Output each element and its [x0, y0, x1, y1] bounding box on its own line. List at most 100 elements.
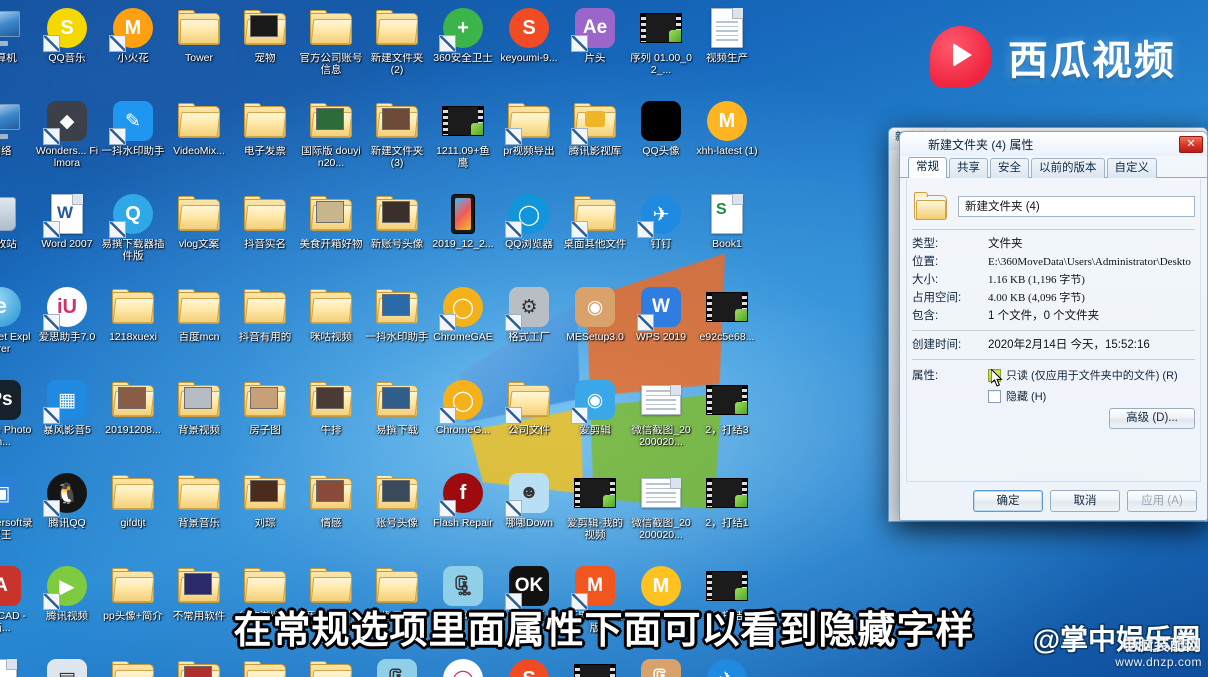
- desktop-icon[interactable]: QQ头像: [628, 95, 694, 188]
- desktop-icon[interactable]: W Word 2007: [34, 188, 100, 281]
- desktop-icon[interactable]: 官方公司账号信息: [298, 2, 364, 95]
- desktop-icon[interactable]: ✈: [694, 653, 760, 677]
- desktop-icon[interactable]: 微信截图_20200020...: [628, 374, 694, 467]
- desktop-icon[interactable]: [562, 653, 628, 677]
- desktop-icon[interactable]: ✎ 一抖水印助手: [100, 95, 166, 188]
- desktop-icon[interactable]: 新建文件夹 (2): [364, 2, 430, 95]
- close-icon[interactable]: ✕: [1179, 135, 1203, 153]
- desktop-icon[interactable]: 2019_12_2...: [430, 188, 496, 281]
- desktop-icon[interactable]: 电子发票: [232, 95, 298, 188]
- desktop-icon[interactable]: 房子图: [232, 374, 298, 467]
- desktop-icon[interactable]: iU 爱思助手7.0: [34, 281, 100, 374]
- desktop-icon[interactable]: gifdtjt: [100, 467, 166, 560]
- desktop-icon[interactable]: VideoMix...: [166, 95, 232, 188]
- desktop-icon[interactable]: 腾讯影视库: [562, 95, 628, 188]
- tab-security[interactable]: 安全: [990, 158, 1029, 178]
- desktop-icon[interactable]: 1218xuexi: [100, 281, 166, 374]
- desktop-icon[interactable]: ⚙ 格式工厂: [496, 281, 562, 374]
- desktop-icon[interactable]: 公司文件: [496, 374, 562, 467]
- desktop-icon[interactable]: Skeyoumi-9...: [496, 2, 562, 95]
- desktop-icon[interactable]: 刘琮: [232, 467, 298, 560]
- desktop-icon[interactable]: S: [496, 653, 562, 677]
- desktop-icon[interactable]: 视频生产: [694, 2, 760, 95]
- advanced-button[interactable]: 高级 (D)...: [1109, 408, 1195, 429]
- desktop-icon[interactable]: ☻ 哪哪Down: [496, 467, 562, 560]
- desktop-icon[interactable]: 背景视频: [166, 374, 232, 467]
- tab-sharing[interactable]: 共享: [949, 158, 988, 178]
- desktop-icon[interactable]: 账号头像: [364, 467, 430, 560]
- desktop-icon[interactable]: 咪咕视频: [298, 281, 364, 374]
- desktop-icon[interactable]: 🗜: [628, 653, 694, 677]
- desktop-icon[interactable]: 序列 01.00_02_...: [628, 2, 694, 95]
- desktop-icon[interactable]: 新建文件夹 (3): [364, 95, 430, 188]
- tab-general[interactable]: 常规: [908, 157, 947, 178]
- desktop-icon[interactable]: 牛排: [298, 374, 364, 467]
- ok-button[interactable]: 确定: [973, 490, 1043, 512]
- desktop-icon[interactable]: 网络: [0, 95, 34, 188]
- desktop-icon[interactable]: ▤: [34, 653, 100, 677]
- desktop-icon[interactable]: 易撰下载: [364, 374, 430, 467]
- desktop[interactable]: 计算机SQQ音乐M小火花Tower宠物官方公司账号信息新建文件夹 (2)+360…: [0, 0, 1208, 677]
- readonly-checkbox-row[interactable]: 只读 (仅应用于文件夹中的文件) (R): [988, 367, 1195, 387]
- desktop-icon[interactable]: 1211.09+鱼鹰: [430, 95, 496, 188]
- folder-properties-dialog[interactable]: 新建文件夹 (4) 属性 ✕ 常规 共享 安全 以前的版本 自定义 新建文件夹 …: [899, 131, 1208, 521]
- desktop-icon[interactable]: 背景音乐: [166, 467, 232, 560]
- desktop-icon[interactable]: ◉ 爱剪辑: [562, 374, 628, 467]
- dialog-titlebar[interactable]: 新建文件夹 (4) 属性 ✕: [900, 132, 1207, 156]
- hidden-checkbox-row[interactable]: 隐藏 (H) 高级 (D)...: [988, 388, 1195, 429]
- desktop-icon[interactable]: 计算机: [0, 2, 34, 95]
- desktop-icon[interactable]: [298, 653, 364, 677]
- desktop-icon[interactable]: 🐧 腾讯QQ: [34, 467, 100, 560]
- desktop-icon[interactable]: 抖音有用的: [232, 281, 298, 374]
- desktop-icon[interactable]: 爱剪辑-我的视频: [562, 467, 628, 560]
- desktop-icon[interactable]: eInternet Explorer: [0, 281, 34, 374]
- desktop-icon[interactable]: 宠物: [232, 2, 298, 95]
- desktop-icon[interactable]: ✈ 钉钉: [628, 188, 694, 281]
- desktop-icon[interactable]: 国际版 douyin20...: [298, 95, 364, 188]
- desktop-icon[interactable]: [100, 653, 166, 677]
- desktop-icon[interactable]: [232, 653, 298, 677]
- desktop-icon[interactable]: Tower: [166, 2, 232, 95]
- desktop-icon[interactable]: f Flash Repair: [430, 467, 496, 560]
- dialog-button-bar[interactable]: 确定 取消 应用 (A): [900, 490, 1207, 512]
- desktop-icon[interactable]: ◉ MESetup3.0: [562, 281, 628, 374]
- desktop-icon[interactable]: 情感: [298, 467, 364, 560]
- desktop-icon[interactable]: W WPS 2019: [628, 281, 694, 374]
- folder-name-input[interactable]: 新建文件夹 (4): [958, 196, 1195, 217]
- desktop-icon[interactable]: 微信截图_20200020...: [628, 467, 694, 560]
- desktop-icon[interactable]: ◯: [430, 653, 496, 677]
- hidden-checkbox[interactable]: [988, 389, 1001, 403]
- desktop-icon[interactable]: 2，打结3: [694, 374, 760, 467]
- dialog-tabstrip[interactable]: 常规 共享 安全 以前的版本 自定义: [900, 156, 1207, 178]
- desktop-icon[interactable]: ◯ ChromeG...: [430, 374, 496, 467]
- desktop-icon[interactable]: 回收站: [0, 188, 34, 281]
- desktop-icon[interactable]: 🗜: [364, 653, 430, 677]
- desktop-icon[interactable]: ◯ ChromeGAE: [430, 281, 496, 374]
- desktop-icon[interactable]: 一抖水印助手: [364, 281, 430, 374]
- desktop-icon[interactable]: S QQ音乐: [34, 2, 100, 95]
- desktop-icon[interactable]: ▣Apowersoft录屏王: [0, 467, 34, 560]
- desktop-icon[interactable]: ◯ QQ浏览器: [496, 188, 562, 281]
- desktop-icon[interactable]: 桌面其他文件: [562, 188, 628, 281]
- desktop-icon[interactable]: M 小火花: [100, 2, 166, 95]
- desktop-icon[interactable]: 百度mcn: [166, 281, 232, 374]
- desktop-icon[interactable]: Q 易撰下载器插件版: [100, 188, 166, 281]
- desktop-icon[interactable]: Ae 片头: [562, 2, 628, 95]
- desktop-icon[interactable]: e92c5e68...: [694, 281, 760, 374]
- desktop-icon[interactable]: 美食开箱好物: [298, 188, 364, 281]
- desktop-icon[interactable]: 2，打结1: [694, 467, 760, 560]
- desktop-icon[interactable]: S: [0, 653, 34, 677]
- apply-button[interactable]: 应用 (A): [1127, 490, 1197, 512]
- cancel-button[interactable]: 取消: [1050, 490, 1120, 512]
- desktop-icon[interactable]: 20191208...: [100, 374, 166, 467]
- tab-previous-versions[interactable]: 以前的版本: [1031, 158, 1105, 178]
- desktop-icon[interactable]: PsAdobe Photosh...: [0, 374, 34, 467]
- desktop-icon[interactable]: +360安全卫士: [430, 2, 496, 95]
- desktop-icon[interactable]: ◆ Wonders... Filmora: [34, 95, 100, 188]
- desktop-icon[interactable]: 抖音实名: [232, 188, 298, 281]
- desktop-icon[interactable]: vlog文案: [166, 188, 232, 281]
- desktop-icon[interactable]: [166, 653, 232, 677]
- desktop-icon[interactable]: Mxhh-latest (1): [694, 95, 760, 188]
- desktop-icon[interactable]: pr视频导出: [496, 95, 562, 188]
- desktop-icon[interactable]: ▦ 暴风影音5: [34, 374, 100, 467]
